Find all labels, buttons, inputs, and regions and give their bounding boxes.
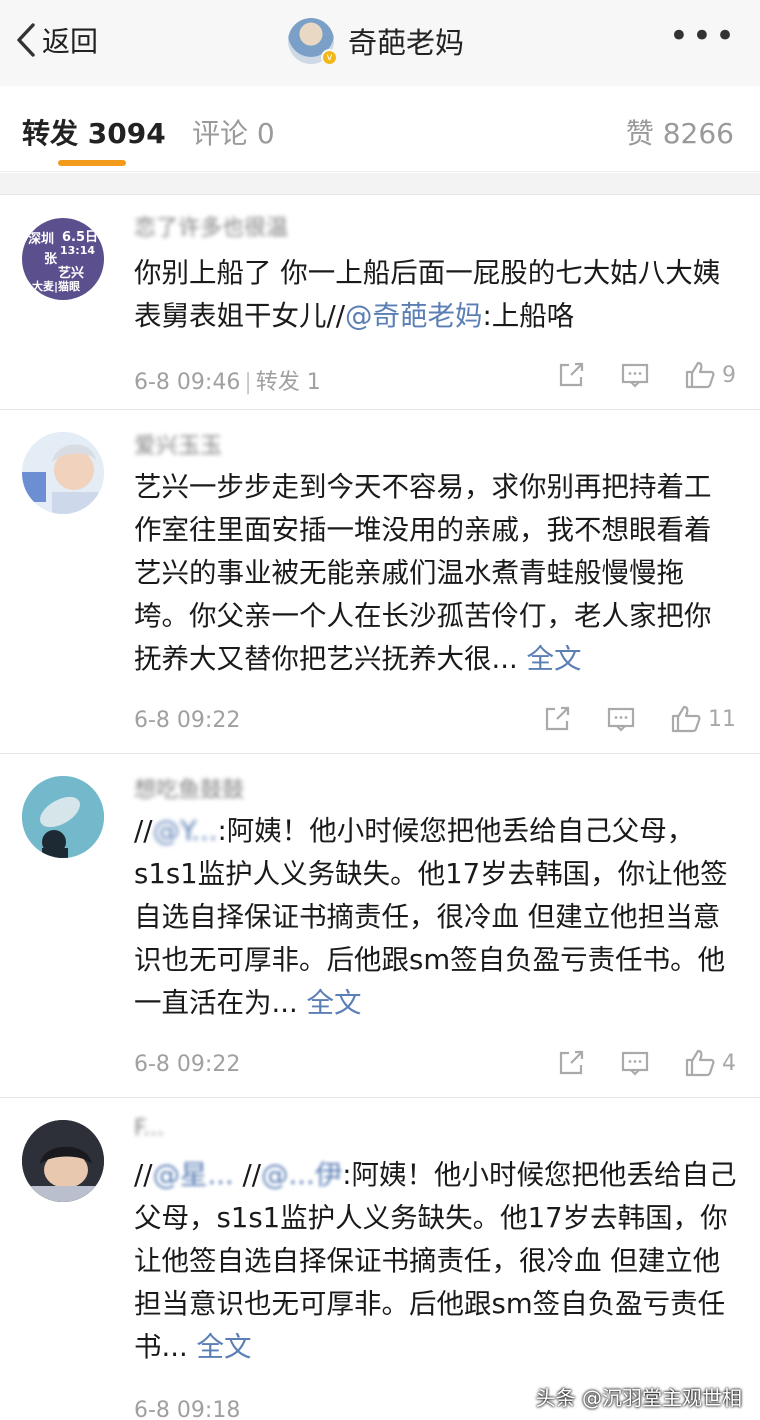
comment-button[interactable] (620, 360, 650, 390)
repost-item[interactable]: 爱兴玉玉 艺兴一步步走到今天不容易，求你别再把持着工作室往里面安插一堆没用的亲戚… (0, 410, 760, 754)
nav-account[interactable]: v 奇葩老妈 (288, 18, 465, 66)
back-label: 返回 (42, 25, 99, 58)
post-text: 你别上船了 你一上船后面一屁股的七大姑八大姨表舅表姐干女儿//@奇葩老妈:上船咯 (134, 257, 721, 332)
top-nav-bar: 返回 v 奇葩老妈 ••• (0, 0, 760, 86)
share-button[interactable] (556, 360, 586, 390)
avatar[interactable] (22, 1120, 104, 1202)
active-tab-indicator (58, 160, 126, 166)
tab-repost[interactable]: 转发 3094 (22, 112, 166, 152)
chevron-left-icon (14, 22, 38, 58)
post-text: 艺兴一步步走到今天不容易，求你别再把持着工作室往里面安插一堆没用的亲戚，我不想眼… (134, 471, 712, 675)
comment-icon (620, 1048, 650, 1078)
repost-item[interactable]: 想吃鱼鼓鼓 //@Y...:阿姨！他小时候您把他丢给自己父母，s1s1监护人义务… (0, 754, 760, 1098)
share-icon (556, 360, 586, 390)
post-text: //@星... //@...伊:阿姨！他小时候您把他丢给自己父母，s1s1监护人… (134, 1159, 737, 1363)
page-title: 奇葩老妈 (348, 26, 465, 60)
share-icon (556, 1048, 586, 1078)
repost-item[interactable]: F... //@星... //@...伊:阿姨！他小时候您把他丢给自己父母，s1… (0, 1098, 760, 1420)
avatar[interactable] (22, 432, 104, 514)
avatar[interactable]: 深圳 6.5日 张 13:14 艺兴 大麦|猫眼 (22, 218, 104, 300)
tab-like[interactable]: 赞 8266 (626, 112, 734, 152)
username[interactable]: 想吃鱼鼓鼓 (134, 772, 244, 803)
back-button[interactable]: 返回 (14, 20, 98, 60)
comment-icon (620, 360, 650, 390)
repost-count: 转发 1 (255, 370, 321, 395)
tab-bar: 转发 3094 评论 0 赞 8266 (0, 86, 760, 172)
mention-link[interactable]: @...伊 (261, 1159, 342, 1191)
divider (0, 173, 760, 195)
timestamp: 6-8 09:18 (134, 1398, 241, 1420)
action-bar: 9 (556, 360, 736, 390)
username[interactable]: F... (134, 1116, 164, 1141)
like-count: 9 (722, 362, 736, 388)
like-count: 11 (708, 706, 736, 732)
read-more-link[interactable]: 全文 (526, 643, 581, 675)
watermark: 头条 @沉羽堂主观世相 (535, 1386, 742, 1410)
like-button[interactable]: 4 (684, 1048, 736, 1078)
tab-comment[interactable]: 评论 0 (192, 112, 275, 152)
mention-link[interactable]: @奇葩老妈 (345, 300, 483, 332)
post-meta: 6-8 09:46 | 转发 1 (134, 370, 321, 395)
comment-button[interactable] (606, 704, 636, 734)
verified-badge-icon: v (321, 49, 338, 66)
timestamp: 6-8 09:22 (134, 708, 241, 733)
read-more-link[interactable]: 全文 (306, 987, 361, 1019)
repost-item[interactable]: 深圳 6.5日 张 13:14 艺兴 大麦|猫眼 恋了许多也很温 你别上船了 你… (0, 196, 760, 410)
share-icon (542, 704, 572, 734)
thumbs-up-icon (684, 360, 716, 390)
username[interactable]: 恋了许多也很温 (134, 210, 288, 241)
comment-icon (606, 704, 636, 734)
share-button[interactable] (542, 704, 572, 734)
action-bar: 4 (556, 1048, 736, 1078)
avatar[interactable] (22, 776, 104, 858)
share-button[interactable] (556, 1048, 586, 1078)
like-count: 4 (722, 1050, 736, 1076)
like-button[interactable]: 9 (684, 360, 736, 390)
mention-link[interactable]: @星... (153, 1159, 243, 1191)
username[interactable]: 爱兴玉玉 (134, 428, 222, 459)
thumbs-up-icon (670, 704, 702, 734)
like-button[interactable]: 11 (670, 704, 736, 734)
thumbs-up-icon (684, 1048, 716, 1078)
more-options-icon[interactable]: ••• (669, 16, 738, 56)
comment-button[interactable] (620, 1048, 650, 1078)
action-bar: 11 (542, 704, 736, 734)
timestamp: 6-8 09:22 (134, 1052, 241, 1077)
avatar[interactable]: v (288, 18, 338, 66)
post-text: //@Y...:阿姨！他小时候您把他丢给自己父母，s1s1监护人义务缺失。他17… (134, 815, 728, 1019)
read-more-link[interactable]: 全文 (196, 1331, 251, 1363)
mention-link[interactable]: @Y... (153, 815, 218, 847)
timestamp: 6-8 09:46 (134, 370, 241, 395)
